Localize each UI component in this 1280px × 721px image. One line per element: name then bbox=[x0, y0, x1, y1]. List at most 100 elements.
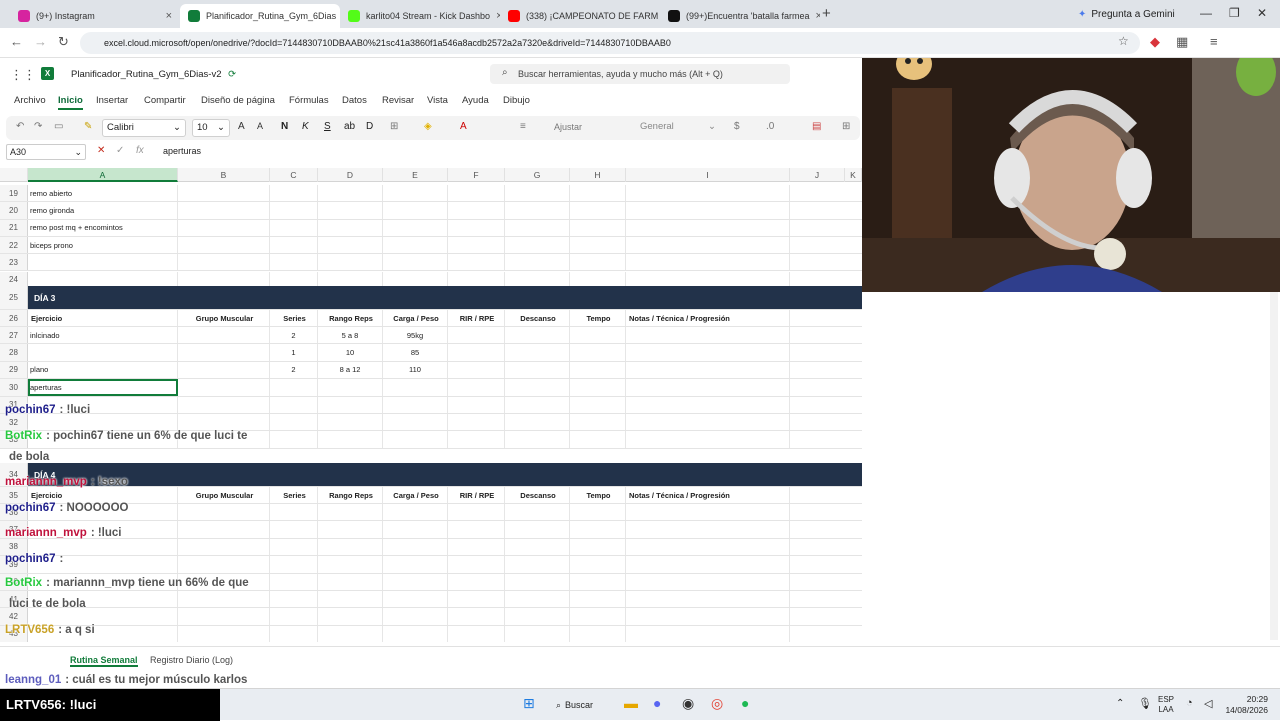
grid-cell[interactable] bbox=[383, 504, 448, 521]
browser-tab[interactable]: (99+)Encuentra 'batalla farmea × bbox=[660, 4, 820, 28]
menu-tab-diseodepgina[interactable]: Diseño de página bbox=[201, 95, 275, 106]
gemini-button[interactable]: ✦ Pregunta a Gemini bbox=[1078, 4, 1175, 24]
grid-cell[interactable] bbox=[626, 608, 790, 625]
grid-cell[interactable] bbox=[383, 236, 448, 254]
menu-tab-vista[interactable]: Vista bbox=[427, 95, 448, 106]
grid-cell[interactable] bbox=[570, 591, 626, 608]
reload-icon[interactable]: ↻ bbox=[58, 34, 69, 50]
grid-cell[interactable] bbox=[178, 327, 270, 344]
name-box[interactable]: A30 ⌄ bbox=[6, 144, 86, 160]
grid-cell[interactable] bbox=[505, 538, 570, 556]
grid-cell[interactable] bbox=[178, 236, 270, 254]
grid-cell[interactable] bbox=[505, 327, 570, 344]
decimals-icon[interactable]: .0 bbox=[766, 121, 774, 132]
row-number[interactable]: 20 bbox=[0, 202, 28, 219]
tray-chevron-icon[interactable]: ⌃ bbox=[1116, 698, 1124, 709]
font-color-icon[interactable]: A bbox=[460, 121, 467, 132]
grid-cell[interactable] bbox=[570, 344, 626, 361]
document-title[interactable]: Planificador_Rutina_Gym_6Dias-v2 ⟳ bbox=[71, 69, 236, 80]
grid-cell[interactable] bbox=[448, 414, 505, 431]
grid-cell[interactable] bbox=[178, 538, 270, 556]
grid-cell[interactable] bbox=[570, 573, 626, 590]
column-header-e[interactable]: E bbox=[383, 168, 448, 182]
restore-icon[interactable]: ❐ bbox=[1229, 6, 1240, 20]
grid-cell[interactable]: 85 bbox=[383, 344, 448, 361]
mic-icon[interactable]: 🎙 bbox=[1138, 697, 1152, 710]
day-title[interactable]: DÍA 4 bbox=[28, 463, 788, 486]
grid-cell[interactable] bbox=[270, 591, 318, 608]
grid-cell[interactable] bbox=[626, 219, 790, 236]
row-number[interactable]: 22 bbox=[0, 236, 28, 254]
column-title[interactable]: Carga / Peso bbox=[383, 487, 448, 503]
grid-cell[interactable] bbox=[178, 344, 270, 361]
grid-cell[interactable] bbox=[570, 625, 626, 642]
grid-cell[interactable] bbox=[448, 431, 505, 448]
bookmark-star-icon[interactable]: ☆ bbox=[1118, 34, 1129, 48]
grid-cell[interactable] bbox=[448, 361, 505, 379]
grid-cell[interactable] bbox=[505, 431, 570, 448]
grid-cell[interactable] bbox=[570, 556, 626, 573]
align-icon[interactable]: ≡ bbox=[520, 121, 526, 132]
grid-cell[interactable] bbox=[570, 396, 626, 413]
row-number[interactable]: 19 bbox=[0, 185, 28, 202]
menu-tab-archivo[interactable]: Archivo bbox=[14, 95, 46, 106]
grid-cell[interactable] bbox=[570, 431, 626, 448]
grid-cell[interactable] bbox=[626, 625, 790, 642]
browser-tab[interactable]: karlito04 Stream - Kick Dashbo × bbox=[340, 4, 500, 28]
grid-cell[interactable]: biceps prono bbox=[28, 236, 178, 254]
grid-cell[interactable] bbox=[318, 625, 383, 642]
grid-cell[interactable] bbox=[270, 185, 318, 202]
row-number[interactable]: 23 bbox=[0, 254, 28, 271]
grid-cell[interactable] bbox=[178, 625, 270, 642]
grid-cell[interactable] bbox=[626, 414, 790, 431]
grid-cell[interactable] bbox=[570, 414, 626, 431]
column-header-k[interactable]: K bbox=[845, 168, 862, 182]
column-title[interactable]: RIR / RPE bbox=[448, 487, 505, 503]
grid-cell[interactable] bbox=[270, 396, 318, 413]
column-title[interactable]: Descanso bbox=[505, 310, 570, 326]
column-title[interactable]: Grupo Muscular bbox=[178, 310, 270, 326]
spotify-icon[interactable]: ● bbox=[741, 695, 749, 711]
grid-cell[interactable] bbox=[570, 219, 626, 236]
grid-cell[interactable] bbox=[505, 608, 570, 625]
column-title[interactable]: Descanso bbox=[505, 487, 570, 503]
row-number[interactable]: 28 bbox=[0, 344, 28, 361]
grid-cell[interactable] bbox=[570, 521, 626, 538]
italic-button[interactable]: K bbox=[302, 121, 309, 132]
fx-icon[interactable]: fx bbox=[136, 145, 144, 156]
borders-icon[interactable]: ⊞ bbox=[390, 121, 398, 132]
redo-icon[interactable]: ↷ bbox=[34, 121, 42, 132]
menu-tab-revisar[interactable]: Revisar bbox=[382, 95, 414, 106]
grid-cell[interactable] bbox=[270, 202, 318, 219]
grid-cell[interactable] bbox=[318, 236, 383, 254]
grid-cell[interactable] bbox=[570, 361, 626, 379]
grid-cell[interactable] bbox=[505, 521, 570, 538]
grid-cell[interactable] bbox=[178, 556, 270, 573]
spreadsheet-grid[interactable]: ABCDEFGHIJK 19 remo abierto 20 remo gironda… bbox=[0, 168, 862, 642]
grid-cell[interactable] bbox=[626, 254, 790, 271]
grid-cell[interactable] bbox=[28, 608, 178, 625]
grid-cell[interactable] bbox=[178, 414, 270, 431]
grid-cell[interactable]: 2 bbox=[270, 361, 318, 379]
grid-cell[interactable] bbox=[383, 185, 448, 202]
grid-cell[interactable]: remo post mq + encomintos bbox=[28, 219, 178, 236]
menu-tab-datos[interactable]: Datos bbox=[342, 95, 367, 106]
grid-cell[interactable] bbox=[505, 504, 570, 521]
grid-cell[interactable] bbox=[178, 379, 270, 396]
grid-cell[interactable] bbox=[448, 254, 505, 271]
grid-cell[interactable] bbox=[318, 504, 383, 521]
address-bar[interactable]: excel.cloud.microsoft/open/onedrive/?doc… bbox=[80, 32, 1140, 54]
grid-cell[interactable] bbox=[448, 504, 505, 521]
grid-cell[interactable] bbox=[270, 379, 318, 396]
select-all-corner[interactable] bbox=[0, 168, 28, 182]
grid-cell[interactable] bbox=[383, 202, 448, 219]
bold-button[interactable]: N bbox=[281, 121, 288, 132]
grid-cell[interactable] bbox=[570, 185, 626, 202]
grid-cell[interactable] bbox=[383, 254, 448, 271]
grid-cell[interactable] bbox=[178, 361, 270, 379]
column-header-a[interactable]: A bbox=[28, 168, 178, 182]
formula-content[interactable]: aperturas bbox=[163, 146, 201, 156]
grid-cell[interactable] bbox=[318, 414, 383, 431]
grid-cell[interactable] bbox=[448, 396, 505, 413]
grid-cell[interactable] bbox=[570, 202, 626, 219]
